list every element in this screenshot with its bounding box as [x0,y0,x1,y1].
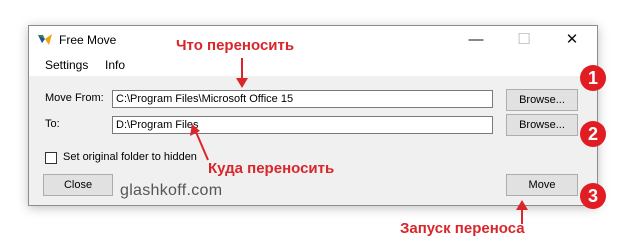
annotation-arrows [190,58,528,224]
watermark-text: glashkoff.com [120,182,223,199]
arrowhead-move-from [236,78,248,88]
arrowhead-move-button [516,200,528,210]
arrowhead-destination [190,124,200,136]
where-to-move-annotation: Куда переносить [208,160,335,177]
arrow-to-destination [195,131,209,161]
step-badge-2: 2 [580,121,606,147]
step-badge-1: 1 [580,65,606,91]
step-badge-3: 3 [580,183,606,209]
start-move-annotation: Запуск переноса [400,220,525,237]
